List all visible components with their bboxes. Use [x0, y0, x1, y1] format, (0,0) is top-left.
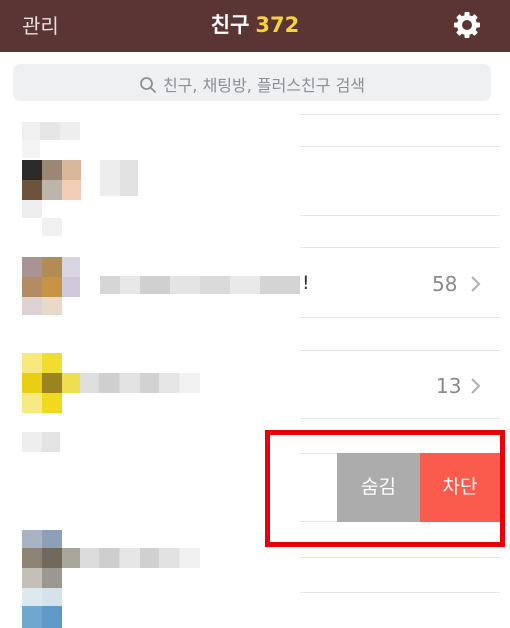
highlight-box: [265, 430, 505, 547]
blurred-pixel: [42, 373, 62, 393]
blurred-name: [80, 373, 200, 393]
blurred-pixel: [22, 297, 42, 315]
search-icon: [140, 77, 156, 93]
blurred-pixel: [42, 530, 62, 548]
search-placeholder-text: 친구, 채팅방, 플러스친구 검색: [162, 76, 366, 95]
blurred-name: [80, 548, 200, 568]
blurred-pixel: [62, 373, 80, 393]
blurred-name: [100, 276, 300, 294]
blurred-pixel: [42, 353, 62, 373]
row-divider: [300, 146, 500, 147]
blurred-pixel: [40, 122, 60, 140]
blurred-pixel: [62, 548, 80, 568]
blurred-pixel: [60, 122, 80, 140]
row-suffix: !: [302, 272, 310, 294]
blurred-pixel: [22, 393, 42, 413]
blurred-pixel: [42, 218, 62, 236]
row-divider: [300, 350, 500, 351]
blurred-pixel: [22, 122, 40, 140]
blurred-pixel: [42, 180, 62, 200]
blurred-pixel: [42, 160, 62, 180]
avatar: [22, 160, 42, 180]
avatar: [22, 530, 42, 548]
title-label: 친구: [210, 13, 250, 37]
blurred-pixel: [42, 297, 62, 315]
chevron-right-icon[interactable]: [470, 377, 482, 395]
blurred-pixel: [22, 200, 42, 218]
avatar: [22, 257, 42, 277]
top-bar: 관리 친구 372: [0, 0, 510, 52]
friend-count: 372: [255, 13, 300, 37]
blurred-pixel: [22, 588, 42, 606]
row-divider: [300, 557, 500, 558]
blurred-pixel: [42, 432, 60, 452]
gear-icon[interactable]: [452, 10, 482, 40]
blurred-pixel: [22, 548, 42, 568]
blurred-pixel: [42, 606, 62, 628]
blurred-pixel: [42, 548, 62, 568]
blurred-pixel: [62, 160, 81, 180]
search-input[interactable]: 친구, 채팅방, 플러스친구 검색: [13, 64, 491, 101]
blurred-pixel: [42, 588, 62, 606]
blurred-pixel: [120, 160, 138, 196]
avatar: [22, 353, 42, 373]
row-divider: [300, 418, 500, 419]
row-divider: [300, 215, 500, 216]
blurred-pixel: [62, 180, 81, 200]
row-divider: [300, 592, 500, 593]
blurred-pixel: [22, 606, 42, 628]
blurred-pixel: [62, 277, 80, 297]
blurred-pixel: [22, 180, 42, 200]
blurred-pixel: [42, 277, 62, 297]
row-count: 13: [436, 374, 462, 398]
row-count: 58: [432, 272, 458, 296]
row-divider: [300, 114, 500, 115]
blurred-pixel: [42, 393, 62, 413]
blurred-pixel: [42, 257, 62, 277]
blurred-pixel: [22, 140, 40, 158]
row-divider: [300, 247, 500, 248]
blurred-pixel: [22, 432, 42, 452]
row-divider: [300, 317, 500, 318]
blurred-pixel: [100, 160, 120, 196]
blurred-pixel: [22, 568, 42, 588]
blurred-pixel: [42, 568, 62, 588]
blurred-pixel: [62, 257, 80, 277]
blurred-pixel: [22, 373, 42, 393]
page-title: 친구 372: [0, 9, 510, 39]
chevron-right-icon[interactable]: [470, 275, 482, 293]
search-placeholder: 친구, 채팅방, 플러스친구 검색: [13, 72, 491, 96]
search-section: 친구, 채팅방, 플러스친구 검색: [0, 52, 510, 114]
blurred-pixel: [22, 277, 42, 297]
